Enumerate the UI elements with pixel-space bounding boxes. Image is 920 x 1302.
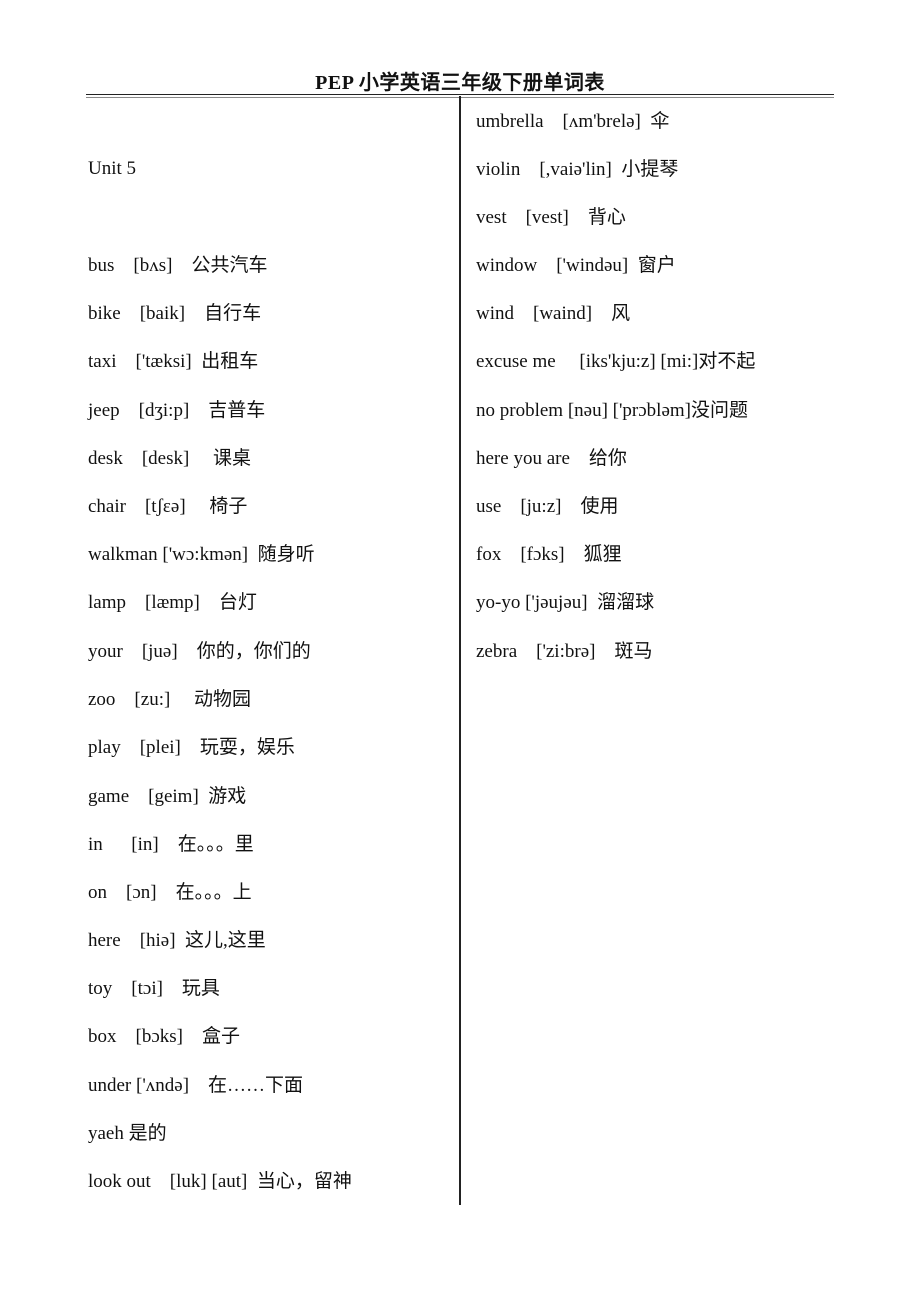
vocab-entry: umbrella [ʌm'brelə] 伞 [476,111,670,132]
vocab-entry: box [bɔks] 盒子 [88,1026,240,1047]
vocab-entry: here [hiə] 这儿,这里 [88,930,266,951]
vocab-entry: no problem [nəu] ['prɔbləm]没问题 [476,400,748,421]
vocab-entry: vest [vest] 背心 [476,207,626,228]
vocab-entry: desk [desk] 课桌 [88,448,252,469]
vocab-entry: excuse me [iks'kju:z] [mi:]对不起 [476,351,756,372]
vocab-entry: on [ɔn] 在。。。上 [88,882,252,903]
vocab-entry: in [in] 在。。。里 [88,834,254,855]
document-title: PEP 小学英语三年级下册单词表 [315,72,605,94]
vocab-entry: look out [luk] [aut] 当心，留神 [88,1171,352,1192]
vocab-entry: yaeh 是的 [88,1123,167,1144]
vocab-entry: fox [fɔks] 狐狸 [476,544,622,565]
vocab-entry: use [ju:z] 使用 [476,496,619,517]
vocab-entry: taxi ['tæksi] 出租车 [88,351,259,372]
vocab-entry: bus [bʌs] 公共汽车 [88,255,268,276]
vocab-entry: jeep [dʒi:p] 吉普车 [88,400,266,421]
column-divider [459,96,461,1205]
vocab-entry: toy [tɔi] 玩具 [88,978,220,999]
vocab-entry: play [plei] 玩耍，娱乐 [88,737,295,758]
vocab-entry: game [geim] 游戏 [88,786,247,807]
vocab-entry: zebra ['zi:brə] 斑马 [476,641,653,662]
vocab-entry: chair [tʃɛə] 椅子 [88,496,248,517]
vocab-entry: your [juə] 你的，你们的 [88,641,311,662]
vocab-entry: yo-yo ['jəujəu] 溜溜球 [476,592,655,613]
vocab-entry: lamp [læmp] 台灯 [88,592,257,613]
vocab-entry: under ['ʌndə] 在……下面 [88,1075,304,1096]
vocab-entry: zoo [zu:] 动物园 [88,689,252,710]
vocab-entry: walkman ['wɔ:kmən] 随身听 [88,544,315,565]
vocab-entry: bike [baik] 自行车 [88,303,262,324]
header-rule [86,94,834,95]
vocab-entry: here you are 给你 [476,448,627,469]
vocab-entry: violin [,vaiə'lin] 小提琴 [476,159,679,180]
vocab-entry: wind [waind] 风 [476,303,631,324]
unit-heading: Unit 5 [88,158,137,179]
vocab-entry: window ['windəu] 窗户 [476,255,676,276]
